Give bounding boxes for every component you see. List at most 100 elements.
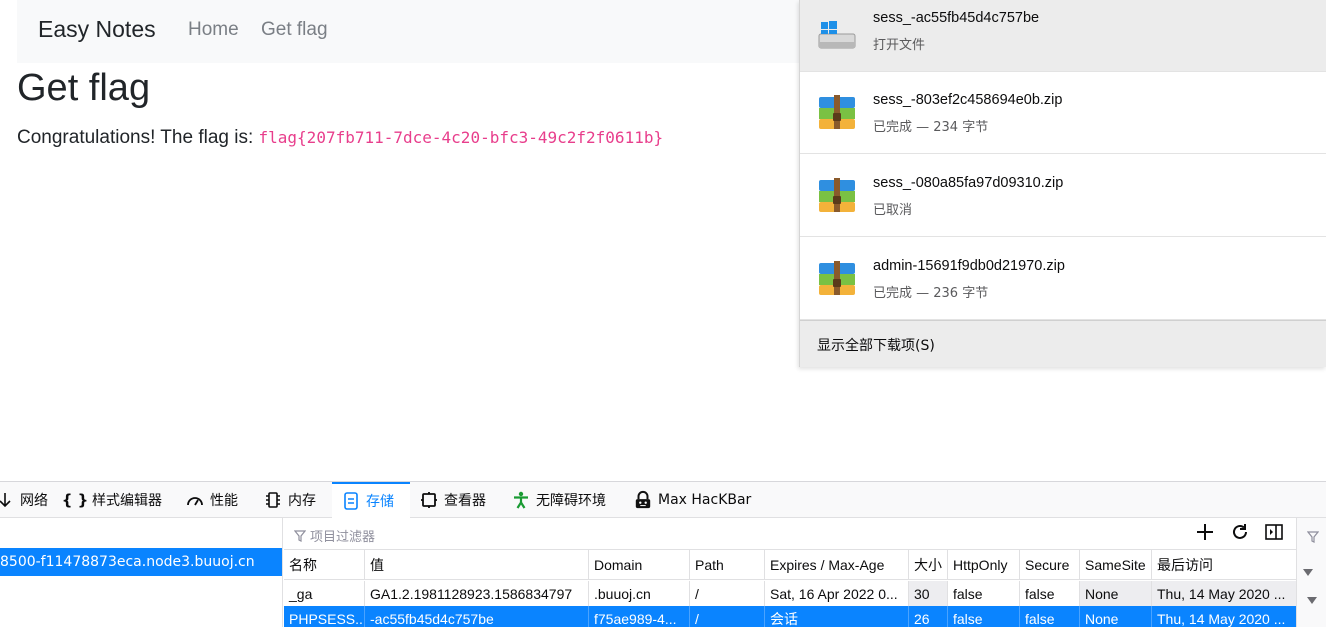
- devtools-panel: 网络 { } 样式编辑器 性能 内存 存储 查看器 无障碍环境 Max HacK…: [0, 481, 1326, 627]
- drive-icon: [818, 21, 856, 49]
- table-cell[interactable]: /: [690, 581, 765, 606]
- table-row[interactable]: _ga GA1.2.1981128923.1586834797 .buuoj.c…: [284, 581, 1296, 606]
- table-cell[interactable]: PHPSESS...: [284, 606, 365, 627]
- sidebar-filter-icon: [1306, 528, 1320, 547]
- tab-performance[interactable]: 性能: [186, 482, 238, 518]
- table-cell[interactable]: false: [1020, 581, 1080, 606]
- table-cell[interactable]: false: [1020, 606, 1080, 627]
- tab-network-label: 网络: [20, 493, 48, 509]
- download-status[interactable]: 打开文件: [873, 34, 925, 53]
- tab-style-editor[interactable]: { } 样式编辑器: [61, 482, 162, 518]
- tab-memory-label: 内存: [288, 493, 316, 509]
- tab-hackbar-label: Max HacKBar: [658, 492, 752, 508]
- column-header[interactable]: 大小: [909, 550, 948, 579]
- sidebar-expand-icon[interactable]: [1307, 590, 1317, 609]
- memory-icon: [264, 491, 282, 509]
- zip-archive-icon: [819, 178, 855, 212]
- table-cell[interactable]: Thu, 14 May 2020 ...: [1152, 581, 1296, 606]
- add-item-button[interactable]: [1194, 523, 1216, 545]
- column-header[interactable]: 最后访问: [1152, 550, 1296, 579]
- column-header[interactable]: Domain: [589, 550, 690, 579]
- download-item[interactable]: sess_-803ef2c458694e0b.zip 已完成 — 234 字节: [800, 72, 1326, 154]
- column-header[interactable]: 值: [365, 550, 589, 579]
- sidebar-expand-icon[interactable]: [1303, 562, 1313, 581]
- person-icon: [512, 491, 530, 509]
- plus-icon: [1196, 523, 1214, 545]
- download-filename: sess_-803ef2c458694e0b.zip: [873, 92, 1063, 108]
- download-item[interactable]: sess_-ac55fb45d4c757be 打开文件: [800, 0, 1326, 72]
- filter-placeholder: 项目过滤器: [310, 530, 376, 545]
- column-header[interactable]: Secure: [1020, 550, 1080, 579]
- download-filename: sess_-ac55fb45d4c757be: [873, 10, 1040, 26]
- table-cell[interactable]: 26: [909, 606, 948, 627]
- column-header[interactable]: HttpOnly: [948, 550, 1020, 579]
- download-item[interactable]: sess_-080a85fa97d09310.zip 已取消: [800, 155, 1326, 237]
- show-all-downloads[interactable]: 显示全部下载项(S): [800, 320, 1326, 367]
- accessibility-icon: [420, 491, 438, 509]
- table-cell[interactable]: 会话: [765, 606, 909, 627]
- zip-archive-icon: [819, 261, 855, 295]
- download-status: 已完成 — 236 字节: [873, 286, 989, 301]
- table-cell[interactable]: /: [690, 606, 765, 627]
- tab-performance-label: 性能: [210, 493, 238, 509]
- table-cell[interactable]: Thu, 14 May 2020 ...: [1152, 606, 1296, 627]
- network-icon: [0, 491, 14, 509]
- tab-accessibility[interactable]: 无障碍环境: [512, 482, 606, 518]
- download-filename: admin-15691f9db0d21970.zip: [873, 258, 1065, 274]
- filter-input[interactable]: 项目过滤器: [294, 526, 375, 545]
- filter-icon: [294, 529, 306, 542]
- tab-hackbar[interactable]: Max HacKBar: [634, 482, 751, 518]
- flag-value: flag{207fb711-7dce-4c20-bfc3-49c2f2f0611…: [258, 128, 664, 147]
- tab-network[interactable]: 网络: [0, 482, 48, 518]
- table-cell[interactable]: false: [948, 606, 1020, 627]
- tab-memory[interactable]: 内存: [264, 482, 316, 518]
- column-header[interactable]: Path: [690, 550, 765, 579]
- table-cell[interactable]: -ac55fb45d4c757be: [365, 606, 589, 627]
- devtools-tabbar: 网络 { } 样式编辑器 性能 内存 存储 查看器 无障碍环境 Max HacK…: [0, 482, 1326, 518]
- column-header[interactable]: 名称: [284, 550, 365, 579]
- nav-home-link[interactable]: Home: [188, 19, 239, 41]
- flag-message-text: Congratulations! The flag is:: [17, 127, 254, 148]
- table-cell[interactable]: _ga: [284, 581, 365, 606]
- table-header: 名称 值 Domain Path Expires / Max-Age 大小 Ht…: [284, 550, 1296, 580]
- download-status: 已完成 — 234 字节: [873, 120, 989, 135]
- page-title: Get flag: [17, 67, 151, 109]
- download-item[interactable]: admin-15691f9db0d21970.zip 已完成 — 236 字节: [800, 238, 1326, 320]
- sidebar-toggle-icon: [1265, 524, 1283, 544]
- storage-icon: [342, 492, 360, 510]
- table-cell[interactable]: false: [948, 581, 1020, 606]
- table-row-selected[interactable]: PHPSESS... -ac55fb45d4c757be f75ae989-4.…: [284, 606, 1296, 627]
- table-cell[interactable]: .buuoj.cn: [589, 581, 690, 606]
- hackbar-icon: [634, 490, 652, 509]
- table-cell[interactable]: GA1.2.1981128923.1586834797: [365, 581, 589, 606]
- sidebar-panel: [1296, 518, 1326, 627]
- table-cell[interactable]: f75ae989-4...: [589, 606, 690, 627]
- gauge-icon: [186, 491, 204, 509]
- refresh-button[interactable]: [1229, 523, 1251, 545]
- toggle-sidebar-button[interactable]: [1263, 523, 1285, 545]
- table-cell[interactable]: None: [1080, 581, 1152, 606]
- refresh-icon: [1231, 523, 1249, 545]
- braces-icon: { }: [61, 491, 89, 509]
- navbar-brand[interactable]: Easy Notes: [38, 16, 156, 43]
- tree-item-host[interactable]: 8500-f11478873eca.node3.buuoj.cn: [0, 548, 282, 576]
- tab-style-editor-label: 样式编辑器: [92, 493, 162, 509]
- filter-bar: 项目过滤器: [284, 518, 1296, 550]
- nav-get-flag-link[interactable]: Get flag: [261, 19, 328, 41]
- downloads-panel: sess_-ac55fb45d4c757be 打开文件 sess_-803ef2…: [799, 0, 1326, 367]
- tab-accessibility-label: 无障碍环境: [536, 493, 606, 509]
- flag-message: Congratulations! The flag is: flag{207fb…: [17, 127, 663, 149]
- show-all-downloads-label[interactable]: 显示全部下载项(S): [817, 335, 935, 355]
- tab-inspector[interactable]: 查看器: [420, 482, 486, 518]
- column-header[interactable]: SameSite: [1080, 550, 1152, 579]
- table-cell[interactable]: 30: [909, 581, 948, 606]
- table-cell[interactable]: Sat, 16 Apr 2022 0...: [765, 581, 909, 606]
- storage-tree: 8500-f11478873eca.node3.buuoj.cn: [0, 518, 283, 627]
- download-filename: sess_-080a85fa97d09310.zip: [873, 175, 1064, 191]
- download-status: 已取消: [873, 203, 913, 218]
- tab-storage[interactable]: 存储: [332, 482, 410, 518]
- tab-storage-label: 存储: [366, 494, 394, 510]
- table-cell[interactable]: None: [1080, 606, 1152, 627]
- tab-inspector-label: 查看器: [444, 493, 486, 509]
- column-header[interactable]: Expires / Max-Age: [765, 550, 909, 579]
